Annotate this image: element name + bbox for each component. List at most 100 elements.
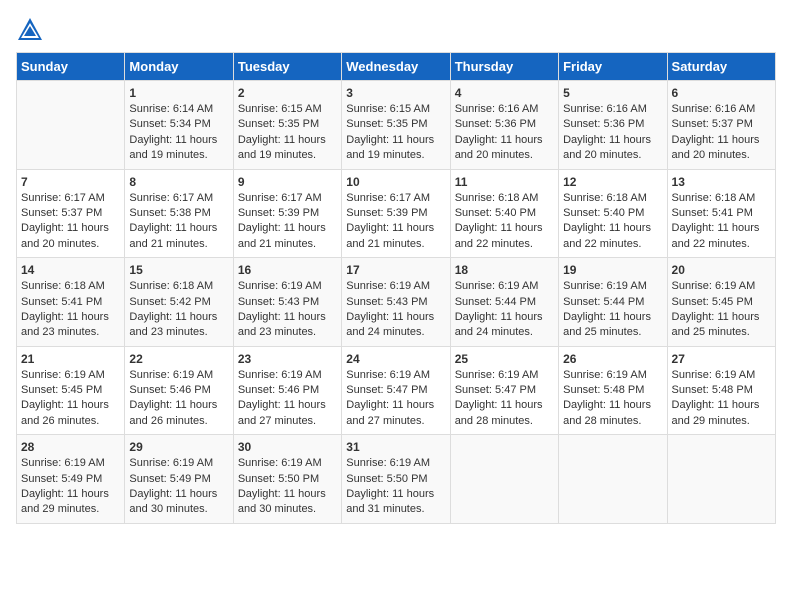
- header-cell-tuesday: Tuesday: [233, 53, 341, 81]
- sunset: Sunset: 5:36 PM: [563, 118, 644, 130]
- cell-info: Sunrise: 6:19 AM Sunset: 5:44 PM Dayligh…: [455, 279, 554, 341]
- sunset: Sunset: 5:45 PM: [21, 384, 102, 396]
- calendar-cell: 22 Sunrise: 6:19 AM Sunset: 5:46 PM Dayl…: [125, 346, 233, 435]
- sunrise: Sunrise: 6:19 AM: [129, 457, 213, 469]
- daylight: Daylight: 11 hours and 26 minutes.: [129, 399, 217, 426]
- daylight: Daylight: 11 hours and 24 minutes.: [346, 311, 434, 338]
- calendar-cell: 17 Sunrise: 6:19 AM Sunset: 5:43 PM Dayl…: [342, 258, 450, 347]
- calendar-cell: 23 Sunrise: 6:19 AM Sunset: 5:46 PM Dayl…: [233, 346, 341, 435]
- sunrise: Sunrise: 6:18 AM: [21, 280, 105, 292]
- calendar-cell: 28 Sunrise: 6:19 AM Sunset: 5:49 PM Dayl…: [17, 435, 125, 524]
- cell-info: Sunrise: 6:18 AM Sunset: 5:41 PM Dayligh…: [672, 191, 771, 253]
- sunset: Sunset: 5:43 PM: [238, 296, 319, 308]
- sunrise: Sunrise: 6:19 AM: [455, 280, 539, 292]
- sunset: Sunset: 5:38 PM: [129, 207, 210, 219]
- sunset: Sunset: 5:34 PM: [129, 118, 210, 130]
- cell-info: Sunrise: 6:16 AM Sunset: 5:36 PM Dayligh…: [455, 102, 554, 164]
- sunset: Sunset: 5:40 PM: [563, 207, 644, 219]
- cell-info: Sunrise: 6:17 AM Sunset: 5:38 PM Dayligh…: [129, 191, 228, 253]
- daylight: Daylight: 11 hours and 30 minutes.: [238, 488, 326, 515]
- calendar-cell: 25 Sunrise: 6:19 AM Sunset: 5:47 PM Dayl…: [450, 346, 558, 435]
- sunrise: Sunrise: 6:19 AM: [238, 457, 322, 469]
- daylight: Daylight: 11 hours and 19 minutes.: [129, 134, 217, 161]
- day-number: 31: [346, 440, 445, 454]
- sunrise: Sunrise: 6:19 AM: [346, 369, 430, 381]
- sunset: Sunset: 5:43 PM: [346, 296, 427, 308]
- daylight: Daylight: 11 hours and 20 minutes.: [21, 222, 109, 249]
- sunrise: Sunrise: 6:19 AM: [563, 280, 647, 292]
- day-number: 5: [563, 86, 662, 100]
- calendar-cell: 13 Sunrise: 6:18 AM Sunset: 5:41 PM Dayl…: [667, 169, 775, 258]
- sunset: Sunset: 5:48 PM: [672, 384, 753, 396]
- sunset: Sunset: 5:35 PM: [346, 118, 427, 130]
- sunset: Sunset: 5:41 PM: [672, 207, 753, 219]
- sunrise: Sunrise: 6:16 AM: [455, 103, 539, 115]
- daylight: Daylight: 11 hours and 22 minutes.: [672, 222, 760, 249]
- sunset: Sunset: 5:47 PM: [455, 384, 536, 396]
- sunset: Sunset: 5:44 PM: [563, 296, 644, 308]
- day-number: 3: [346, 86, 445, 100]
- sunset: Sunset: 5:44 PM: [455, 296, 536, 308]
- sunrise: Sunrise: 6:19 AM: [672, 369, 756, 381]
- cell-info: Sunrise: 6:18 AM Sunset: 5:40 PM Dayligh…: [455, 191, 554, 253]
- header-cell-sunday: Sunday: [17, 53, 125, 81]
- daylight: Daylight: 11 hours and 20 minutes.: [563, 134, 651, 161]
- cell-info: Sunrise: 6:19 AM Sunset: 5:48 PM Dayligh…: [563, 368, 662, 430]
- daylight: Daylight: 11 hours and 28 minutes.: [455, 399, 543, 426]
- header-cell-wednesday: Wednesday: [342, 53, 450, 81]
- header-cell-saturday: Saturday: [667, 53, 775, 81]
- cell-info: Sunrise: 6:19 AM Sunset: 5:43 PM Dayligh…: [238, 279, 337, 341]
- cell-info: Sunrise: 6:15 AM Sunset: 5:35 PM Dayligh…: [238, 102, 337, 164]
- daylight: Daylight: 11 hours and 25 minutes.: [563, 311, 651, 338]
- sunset: Sunset: 5:48 PM: [563, 384, 644, 396]
- daylight: Daylight: 11 hours and 29 minutes.: [21, 488, 109, 515]
- cell-info: Sunrise: 6:19 AM Sunset: 5:50 PM Dayligh…: [346, 456, 445, 518]
- cell-info: Sunrise: 6:19 AM Sunset: 5:43 PM Dayligh…: [346, 279, 445, 341]
- sunset: Sunset: 5:35 PM: [238, 118, 319, 130]
- sunset: Sunset: 5:46 PM: [238, 384, 319, 396]
- day-number: 29: [129, 440, 228, 454]
- sunrise: Sunrise: 6:15 AM: [238, 103, 322, 115]
- calendar-cell: 20 Sunrise: 6:19 AM Sunset: 5:45 PM Dayl…: [667, 258, 775, 347]
- calendar-cell: 9 Sunrise: 6:17 AM Sunset: 5:39 PM Dayli…: [233, 169, 341, 258]
- calendar-cell: 7 Sunrise: 6:17 AM Sunset: 5:37 PM Dayli…: [17, 169, 125, 258]
- sunset: Sunset: 5:37 PM: [672, 118, 753, 130]
- day-number: 20: [672, 263, 771, 277]
- calendar-cell: 11 Sunrise: 6:18 AM Sunset: 5:40 PM Dayl…: [450, 169, 558, 258]
- sunset: Sunset: 5:49 PM: [21, 473, 102, 485]
- sunrise: Sunrise: 6:19 AM: [129, 369, 213, 381]
- sunrise: Sunrise: 6:19 AM: [455, 369, 539, 381]
- calendar-cell: 15 Sunrise: 6:18 AM Sunset: 5:42 PM Dayl…: [125, 258, 233, 347]
- day-number: 15: [129, 263, 228, 277]
- sunrise: Sunrise: 6:18 AM: [672, 192, 756, 204]
- sunrise: Sunrise: 6:19 AM: [21, 457, 105, 469]
- sunrise: Sunrise: 6:19 AM: [21, 369, 105, 381]
- cell-info: Sunrise: 6:17 AM Sunset: 5:39 PM Dayligh…: [238, 191, 337, 253]
- daylight: Daylight: 11 hours and 21 minutes.: [238, 222, 326, 249]
- calendar-cell: 6 Sunrise: 6:16 AM Sunset: 5:37 PM Dayli…: [667, 81, 775, 170]
- sunrise: Sunrise: 6:17 AM: [129, 192, 213, 204]
- daylight: Daylight: 11 hours and 22 minutes.: [563, 222, 651, 249]
- calendar-cell: [559, 435, 667, 524]
- calendar-cell: 1 Sunrise: 6:14 AM Sunset: 5:34 PM Dayli…: [125, 81, 233, 170]
- day-number: 7: [21, 175, 120, 189]
- calendar-cell: 31 Sunrise: 6:19 AM Sunset: 5:50 PM Dayl…: [342, 435, 450, 524]
- week-row-2: 7 Sunrise: 6:17 AM Sunset: 5:37 PM Dayli…: [17, 169, 776, 258]
- cell-info: Sunrise: 6:19 AM Sunset: 5:44 PM Dayligh…: [563, 279, 662, 341]
- day-number: 12: [563, 175, 662, 189]
- cell-info: Sunrise: 6:17 AM Sunset: 5:39 PM Dayligh…: [346, 191, 445, 253]
- logo-icon: [16, 16, 44, 44]
- day-number: 1: [129, 86, 228, 100]
- cell-info: Sunrise: 6:19 AM Sunset: 5:47 PM Dayligh…: [455, 368, 554, 430]
- calendar-cell: 12 Sunrise: 6:18 AM Sunset: 5:40 PM Dayl…: [559, 169, 667, 258]
- day-number: 4: [455, 86, 554, 100]
- sunset: Sunset: 5:45 PM: [672, 296, 753, 308]
- cell-info: Sunrise: 6:18 AM Sunset: 5:40 PM Dayligh…: [563, 191, 662, 253]
- sunrise: Sunrise: 6:16 AM: [563, 103, 647, 115]
- week-row-5: 28 Sunrise: 6:19 AM Sunset: 5:49 PM Dayl…: [17, 435, 776, 524]
- calendar-cell: 26 Sunrise: 6:19 AM Sunset: 5:48 PM Dayl…: [559, 346, 667, 435]
- sunset: Sunset: 5:36 PM: [455, 118, 536, 130]
- calendar-table: SundayMondayTuesdayWednesdayThursdayFrid…: [16, 52, 776, 524]
- daylight: Daylight: 11 hours and 21 minutes.: [129, 222, 217, 249]
- daylight: Daylight: 11 hours and 21 minutes.: [346, 222, 434, 249]
